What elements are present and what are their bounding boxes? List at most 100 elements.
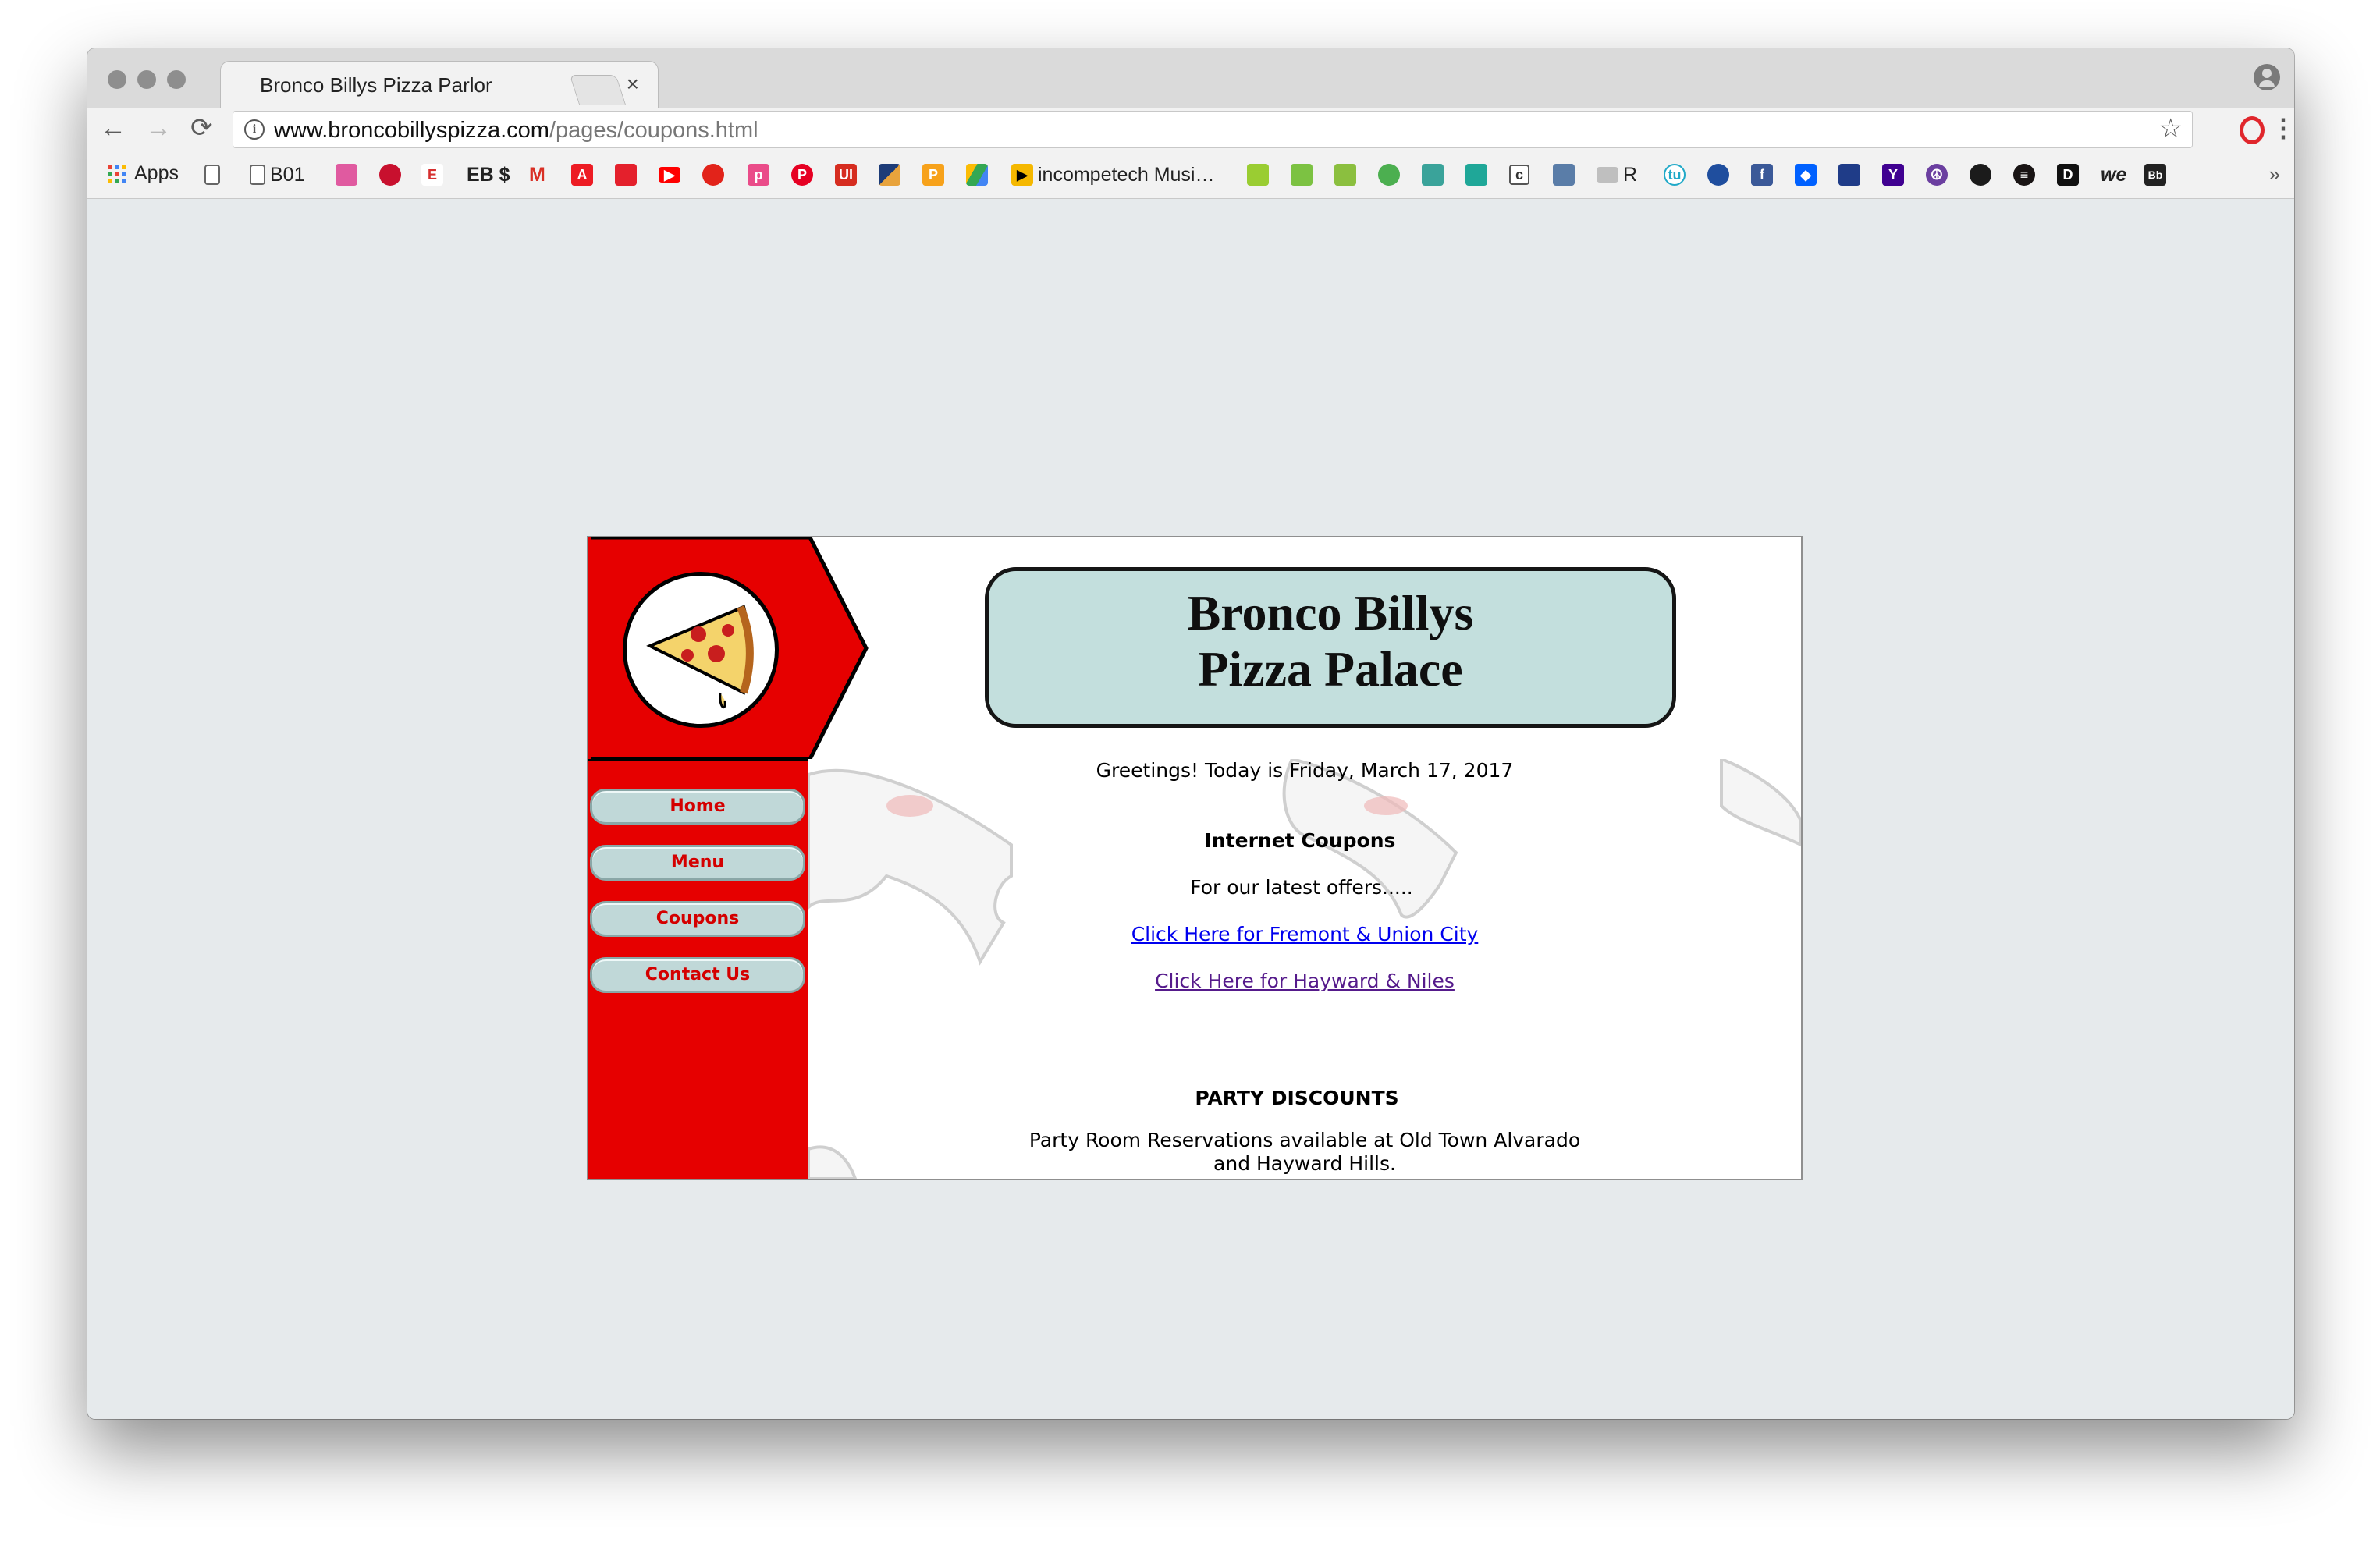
fremont-union-city-link[interactable]: Click Here for Fremont & Union City xyxy=(1131,923,1479,945)
address-bar[interactable]: i www.broncobillyspizza.com/pages/coupon… xyxy=(233,111,2193,148)
bookmarks-bar: Apps B01 EEB EB $ M A ▶ p P UI P ▶incomp… xyxy=(87,151,2294,199)
main-content: Greetings! Today is Friday, March 17, 20… xyxy=(808,759,1801,1179)
bookmark-item[interactable] xyxy=(1838,163,1860,186)
url-text[interactable]: www.broncobillyspizza.com/pages/coupons.… xyxy=(274,118,758,144)
back-icon[interactable]: ← xyxy=(100,112,126,144)
coupons-heading: Internet Coupons xyxy=(1204,829,1396,852)
bookmark-label: R xyxy=(1623,163,1638,186)
apps-bookmark[interactable]: Apps xyxy=(108,162,179,185)
bookmark-item[interactable]: ☮ xyxy=(1926,163,1948,186)
icon-tu: tu xyxy=(1664,164,1686,186)
bookmark-item[interactable]: EB $ xyxy=(467,163,510,186)
pinterest-icon: P xyxy=(791,164,813,186)
bookmark-item[interactable]: R xyxy=(1597,163,1637,186)
bookmark-item[interactable] xyxy=(1247,163,1269,186)
bookmark-item[interactable] xyxy=(1378,163,1400,186)
close-window-button[interactable] xyxy=(108,70,126,89)
hayward-niles-link[interactable]: Click Here for Hayward & Niles xyxy=(1155,970,1455,992)
bookmark-item[interactable]: Bb xyxy=(2144,163,2166,186)
bookmark-item[interactable] xyxy=(379,163,401,186)
apps-grid-icon xyxy=(108,164,126,183)
bookmarks-overflow-icon[interactable]: » xyxy=(2269,162,2280,186)
bookmark-item[interactable] xyxy=(204,163,225,186)
bookmark-item[interactable]: P xyxy=(922,163,944,186)
bookmark-item[interactable] xyxy=(1334,163,1356,186)
bookmark-item[interactable]: UI xyxy=(835,163,857,186)
toolbar: ← → ⟳ i www.broncobillyspizza.com/pages/… xyxy=(87,108,2294,151)
bb-icon: Bb xyxy=(2144,164,2166,186)
nav-home-button[interactable]: Home xyxy=(590,789,805,825)
bookmark-item[interactable]: P xyxy=(791,163,813,186)
bookmark-item[interactable] xyxy=(1553,163,1575,186)
bookmark-item[interactable] xyxy=(1422,163,1444,186)
nav-coupons-button[interactable]: Coupons xyxy=(590,901,805,937)
title-plaque: Bronco Billys Pizza Palace xyxy=(985,567,1676,728)
icon-green3 xyxy=(1334,164,1356,186)
bookmark-item[interactable]: ≡ xyxy=(2013,163,2035,186)
icon-teal2 xyxy=(1465,164,1487,186)
bookmark-label: EB $ xyxy=(467,163,510,186)
play-icon: ▶ xyxy=(1011,164,1033,186)
apps-label: Apps xyxy=(134,162,179,184)
icon-frog xyxy=(1378,164,1400,186)
opera-icon[interactable] xyxy=(2240,116,2265,144)
zoom-window-button[interactable] xyxy=(167,70,186,89)
profile-icon[interactable] xyxy=(2254,64,2280,90)
yahoo-icon: Y xyxy=(1882,164,1904,186)
bookmark-item[interactable] xyxy=(615,163,637,186)
icon-book xyxy=(1553,164,1575,186)
menu-icon[interactable]: ⋮ xyxy=(2271,112,2294,144)
nav-menu-button[interactable]: Menu xyxy=(590,845,805,881)
bookmark-item[interactable]: p xyxy=(748,163,769,186)
icon-ui: UI xyxy=(835,164,857,186)
bookmark-item[interactable] xyxy=(336,163,357,186)
bookmark-item[interactable]: ▶ incompetech Musi… xyxy=(1011,163,1214,186)
bookmark-item[interactable] xyxy=(1707,163,1729,186)
bookmark-item[interactable] xyxy=(1970,163,1991,186)
reload-icon[interactable]: ⟳ xyxy=(190,112,213,144)
icon-calendar xyxy=(1838,164,1860,186)
github-icon xyxy=(1970,164,1991,186)
icon-orange-p: P xyxy=(922,164,944,186)
bookmark-item[interactable]: M xyxy=(529,163,545,186)
greeting-text: Greetings! Today is Friday, March 17, 20… xyxy=(1096,759,1514,782)
bookmark-star-icon[interactable]: ☆ xyxy=(2159,113,2183,144)
minimize-window-button[interactable] xyxy=(137,70,156,89)
page-viewport: Bronco Billys Pizza Palace Home Menu Cou… xyxy=(87,199,2294,1419)
bookmark-item[interactable] xyxy=(702,163,724,186)
pizza-background-pattern xyxy=(808,759,1801,1179)
bookmark-item[interactable] xyxy=(1465,163,1487,186)
pizza-logo[interactable] xyxy=(623,572,779,728)
d-icon: D xyxy=(2057,164,2079,186)
site-container: Bronco Billys Pizza Palace Home Menu Cou… xyxy=(587,536,1803,1180)
bookmark-item[interactable]: D xyxy=(2057,163,2079,186)
bookmark-item[interactable]: A xyxy=(571,163,593,186)
bookmark-item[interactable] xyxy=(966,163,988,186)
bookmark-item[interactable]: B01 xyxy=(250,163,304,186)
party-text-line2: and Hayward Hills. xyxy=(1213,1152,1396,1175)
icon-pink-p: p xyxy=(748,164,769,186)
bookmark-item[interactable]: f xyxy=(1751,163,1773,186)
bookmark-item[interactable]: ▶ xyxy=(659,163,680,186)
info-icon[interactable]: i xyxy=(244,119,265,140)
bookmark-item[interactable]: we xyxy=(2101,163,2126,186)
party-discounts-heading: PARTY DISCOUNTS xyxy=(1195,1087,1399,1109)
bookmark-item[interactable]: tu xyxy=(1664,163,1686,186)
nav-contact-button[interactable]: Contact Us xyxy=(590,957,805,993)
page-icon xyxy=(204,165,220,185)
bookmark-item[interactable]: c xyxy=(1509,163,1529,186)
bookmark-item[interactable] xyxy=(879,163,900,186)
forward-icon[interactable]: → xyxy=(145,112,172,144)
site-title-line2: Pizza Palace xyxy=(1198,641,1463,697)
bookmark-item[interactable]: EEB xyxy=(421,163,443,186)
bookmark-item[interactable] xyxy=(1291,163,1313,186)
bookmark-item[interactable]: ◆ xyxy=(1795,163,1817,186)
bookmark-item[interactable]: Y xyxy=(1882,163,1904,186)
tab-close-icon[interactable]: × xyxy=(627,72,639,97)
tab-strip: Bronco Billys Pizza Parlor × xyxy=(87,48,2294,110)
icon-teal xyxy=(1422,164,1444,186)
icon-pink xyxy=(336,164,357,186)
new-tab-button[interactable] xyxy=(569,75,627,105)
party-text-line1: Party Room Reservations available at Old… xyxy=(1028,1129,1581,1151)
spotify-icon: ≡ xyxy=(2013,164,2035,186)
